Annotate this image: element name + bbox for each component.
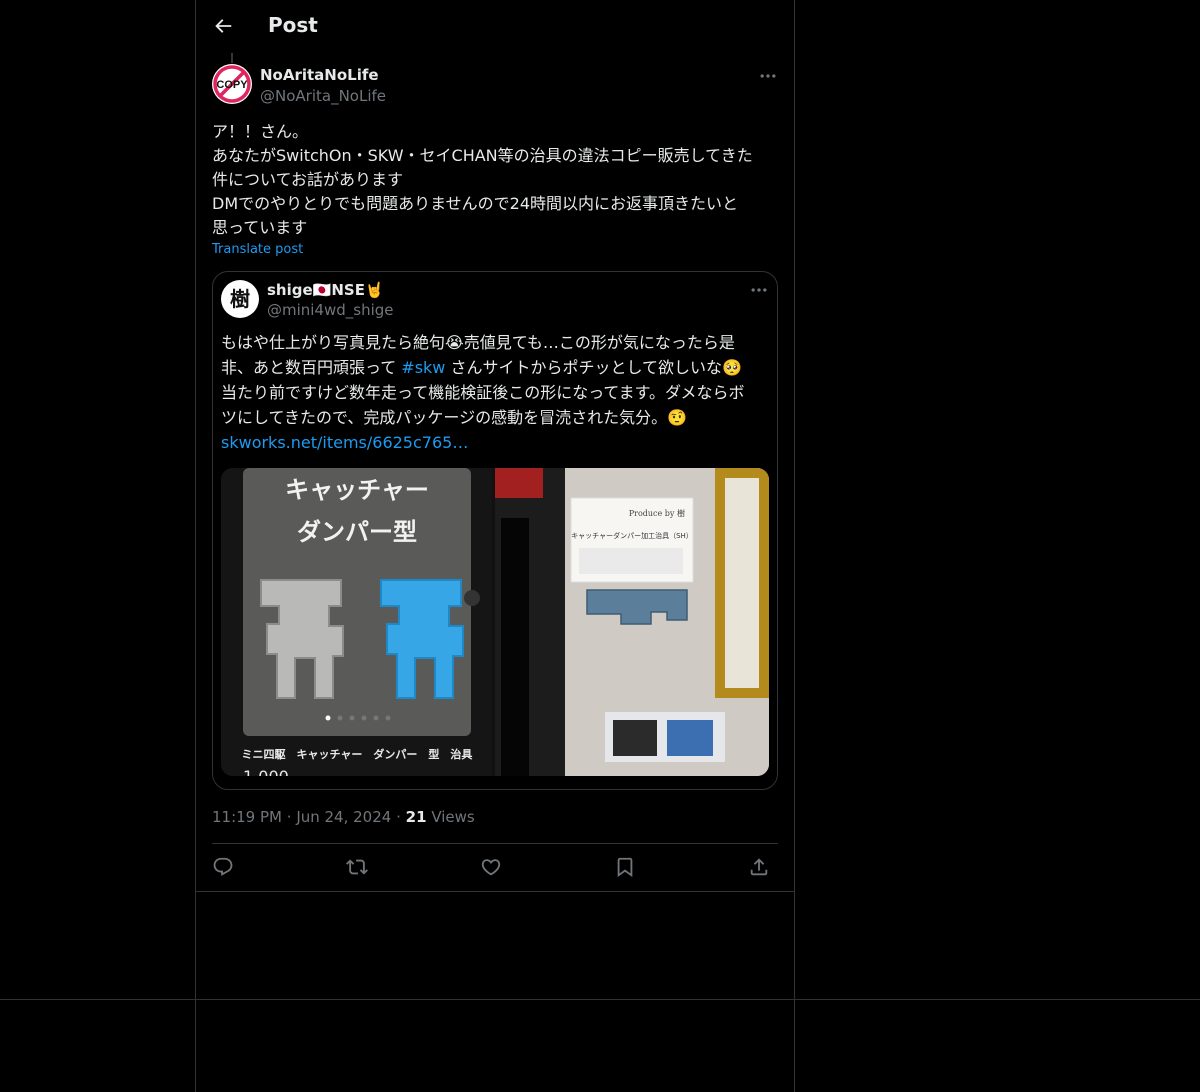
views-label: Views xyxy=(431,808,475,826)
quoted-text-line: 当たり前ですけど数年走って機能検証後この形になってます。ダメならボ xyxy=(221,383,745,402)
media-image-package[interactable]: Produce by 樹 キャッチャーダンパー加工治具（SH） xyxy=(495,468,769,776)
product-price: 1,000 xyxy=(243,767,289,776)
meta-separator: · xyxy=(286,808,297,826)
product-photo: キャッチャー ダンパー型 ミニ四駆 キャッチャー ダンパー 型 治具 1,000 xyxy=(221,468,492,776)
post-text-line: 思っています xyxy=(212,218,308,237)
package-photo: Produce by 樹 キャッチャーダンパー加工治具（SH） xyxy=(495,468,769,776)
post-text-line: あなたがSwitchOn・SKW・セイCHAN等の治具の違法コピー販売してきた xyxy=(212,146,753,165)
post-text: ア！！さん。 あなたがSwitchOn・SKW・セイCHAN等の治具の違法コピー… xyxy=(212,120,782,240)
tree-kanji-logo-icon: 樹 xyxy=(230,287,250,311)
display-name[interactable]: NoAritaNoLife xyxy=(260,66,379,84)
quoted-avatar-text: 樹 xyxy=(230,287,250,311)
quoted-avatar[interactable]: 樹 xyxy=(221,280,259,318)
media-image-product[interactable]: キャッチャー ダンパー型 ミニ四駆 キャッチャー ダンパー 型 治具 1,000 xyxy=(221,468,492,776)
reply-icon[interactable] xyxy=(212,856,234,878)
product-caption: ミニ四駆 キャッチャー ダンパー 型 治具 xyxy=(242,747,473,761)
page-header: Post xyxy=(196,0,794,53)
left-column-border xyxy=(195,0,196,1092)
quoted-text-segment: さんサイトからポチッとして欲しいな🥺 xyxy=(445,358,742,377)
quoted-text-segment: 非、あと数百円頑張って xyxy=(221,358,402,377)
bookmark-icon[interactable] xyxy=(614,856,636,878)
post-text-line: DMでのやりとりでも問題ありませんので24時間以内にお返事頂きたいと xyxy=(212,194,739,213)
back-arrow-icon[interactable] xyxy=(212,15,234,37)
actions-divider xyxy=(212,843,778,844)
action-bar xyxy=(212,856,778,878)
post-time[interactable]: 11:19 PM xyxy=(212,808,282,826)
post-metadata: 11:19 PM · Jun 24, 2024 · 21 Views xyxy=(212,808,475,826)
post-text-line: ア！！さん。 xyxy=(212,122,309,141)
thread-connector xyxy=(231,53,233,63)
quoted-text-line: 非、あと数百円頑張って #skw さんサイトからポチッとして欲しいな🥺 xyxy=(221,355,771,380)
quoted-display-name[interactable]: shige🇯🇵NSE🤘 xyxy=(267,281,384,299)
translate-post-link[interactable]: Translate post xyxy=(212,242,303,257)
product-title-line2: ダンパー型 xyxy=(297,518,417,546)
views-count: 21 xyxy=(405,808,427,826)
post-text-line: 件についてお話があります xyxy=(212,170,404,189)
meta-separator: · xyxy=(396,808,406,826)
like-icon[interactable] xyxy=(480,856,502,878)
svg-text:COPY: COPY xyxy=(216,79,248,91)
right-column-border xyxy=(794,0,795,1092)
quoted-post[interactable]: 樹 shige🇯🇵NSE🤘 @mini4wd_shige もはや仕上がり写真見た… xyxy=(212,271,778,790)
copy-logo-icon: COPY xyxy=(213,65,251,103)
post-date[interactable]: Jun 24, 2024 xyxy=(296,808,391,826)
more-icon[interactable] xyxy=(749,280,769,300)
quoted-post-text: もはや仕上がり写真見たら絶句😭売値見ても…この形が気になったら是 非、あと数百円… xyxy=(221,330,771,455)
share-icon[interactable] xyxy=(748,856,770,878)
external-link[interactable]: skworks.net/items/6625c765… xyxy=(221,430,771,455)
avatar[interactable]: COPY xyxy=(212,64,252,104)
quoted-text-line: ツにしてきたので、完成パッケージの感動を冒涜された気分。🤨 xyxy=(221,408,688,427)
hashtag-link[interactable]: #skw xyxy=(401,358,445,377)
package-brand: Produce by 樹 xyxy=(629,508,685,518)
media-grid: キャッチャー ダンパー型 ミニ四駆 キャッチャー ダンパー 型 治具 1,000 xyxy=(221,468,769,776)
product-title-line1: キャッチャー xyxy=(285,476,429,504)
more-icon[interactable] xyxy=(758,66,778,86)
user-handle[interactable]: @NoArita_NoLife xyxy=(260,87,386,105)
post-bottom-border xyxy=(196,891,794,892)
bottom-divider xyxy=(0,999,1200,1000)
package-label: キャッチャーダンパー加工治具（SH） xyxy=(571,531,693,540)
quoted-user-handle[interactable]: @mini4wd_shige xyxy=(267,301,394,319)
repost-icon[interactable] xyxy=(346,856,368,878)
page-title: Post xyxy=(268,13,318,37)
quoted-text-line: もはや仕上がり写真見たら絶句😭売値見ても…この形が気になったら是 xyxy=(221,333,735,352)
carousel-next-icon[interactable] xyxy=(464,590,480,606)
